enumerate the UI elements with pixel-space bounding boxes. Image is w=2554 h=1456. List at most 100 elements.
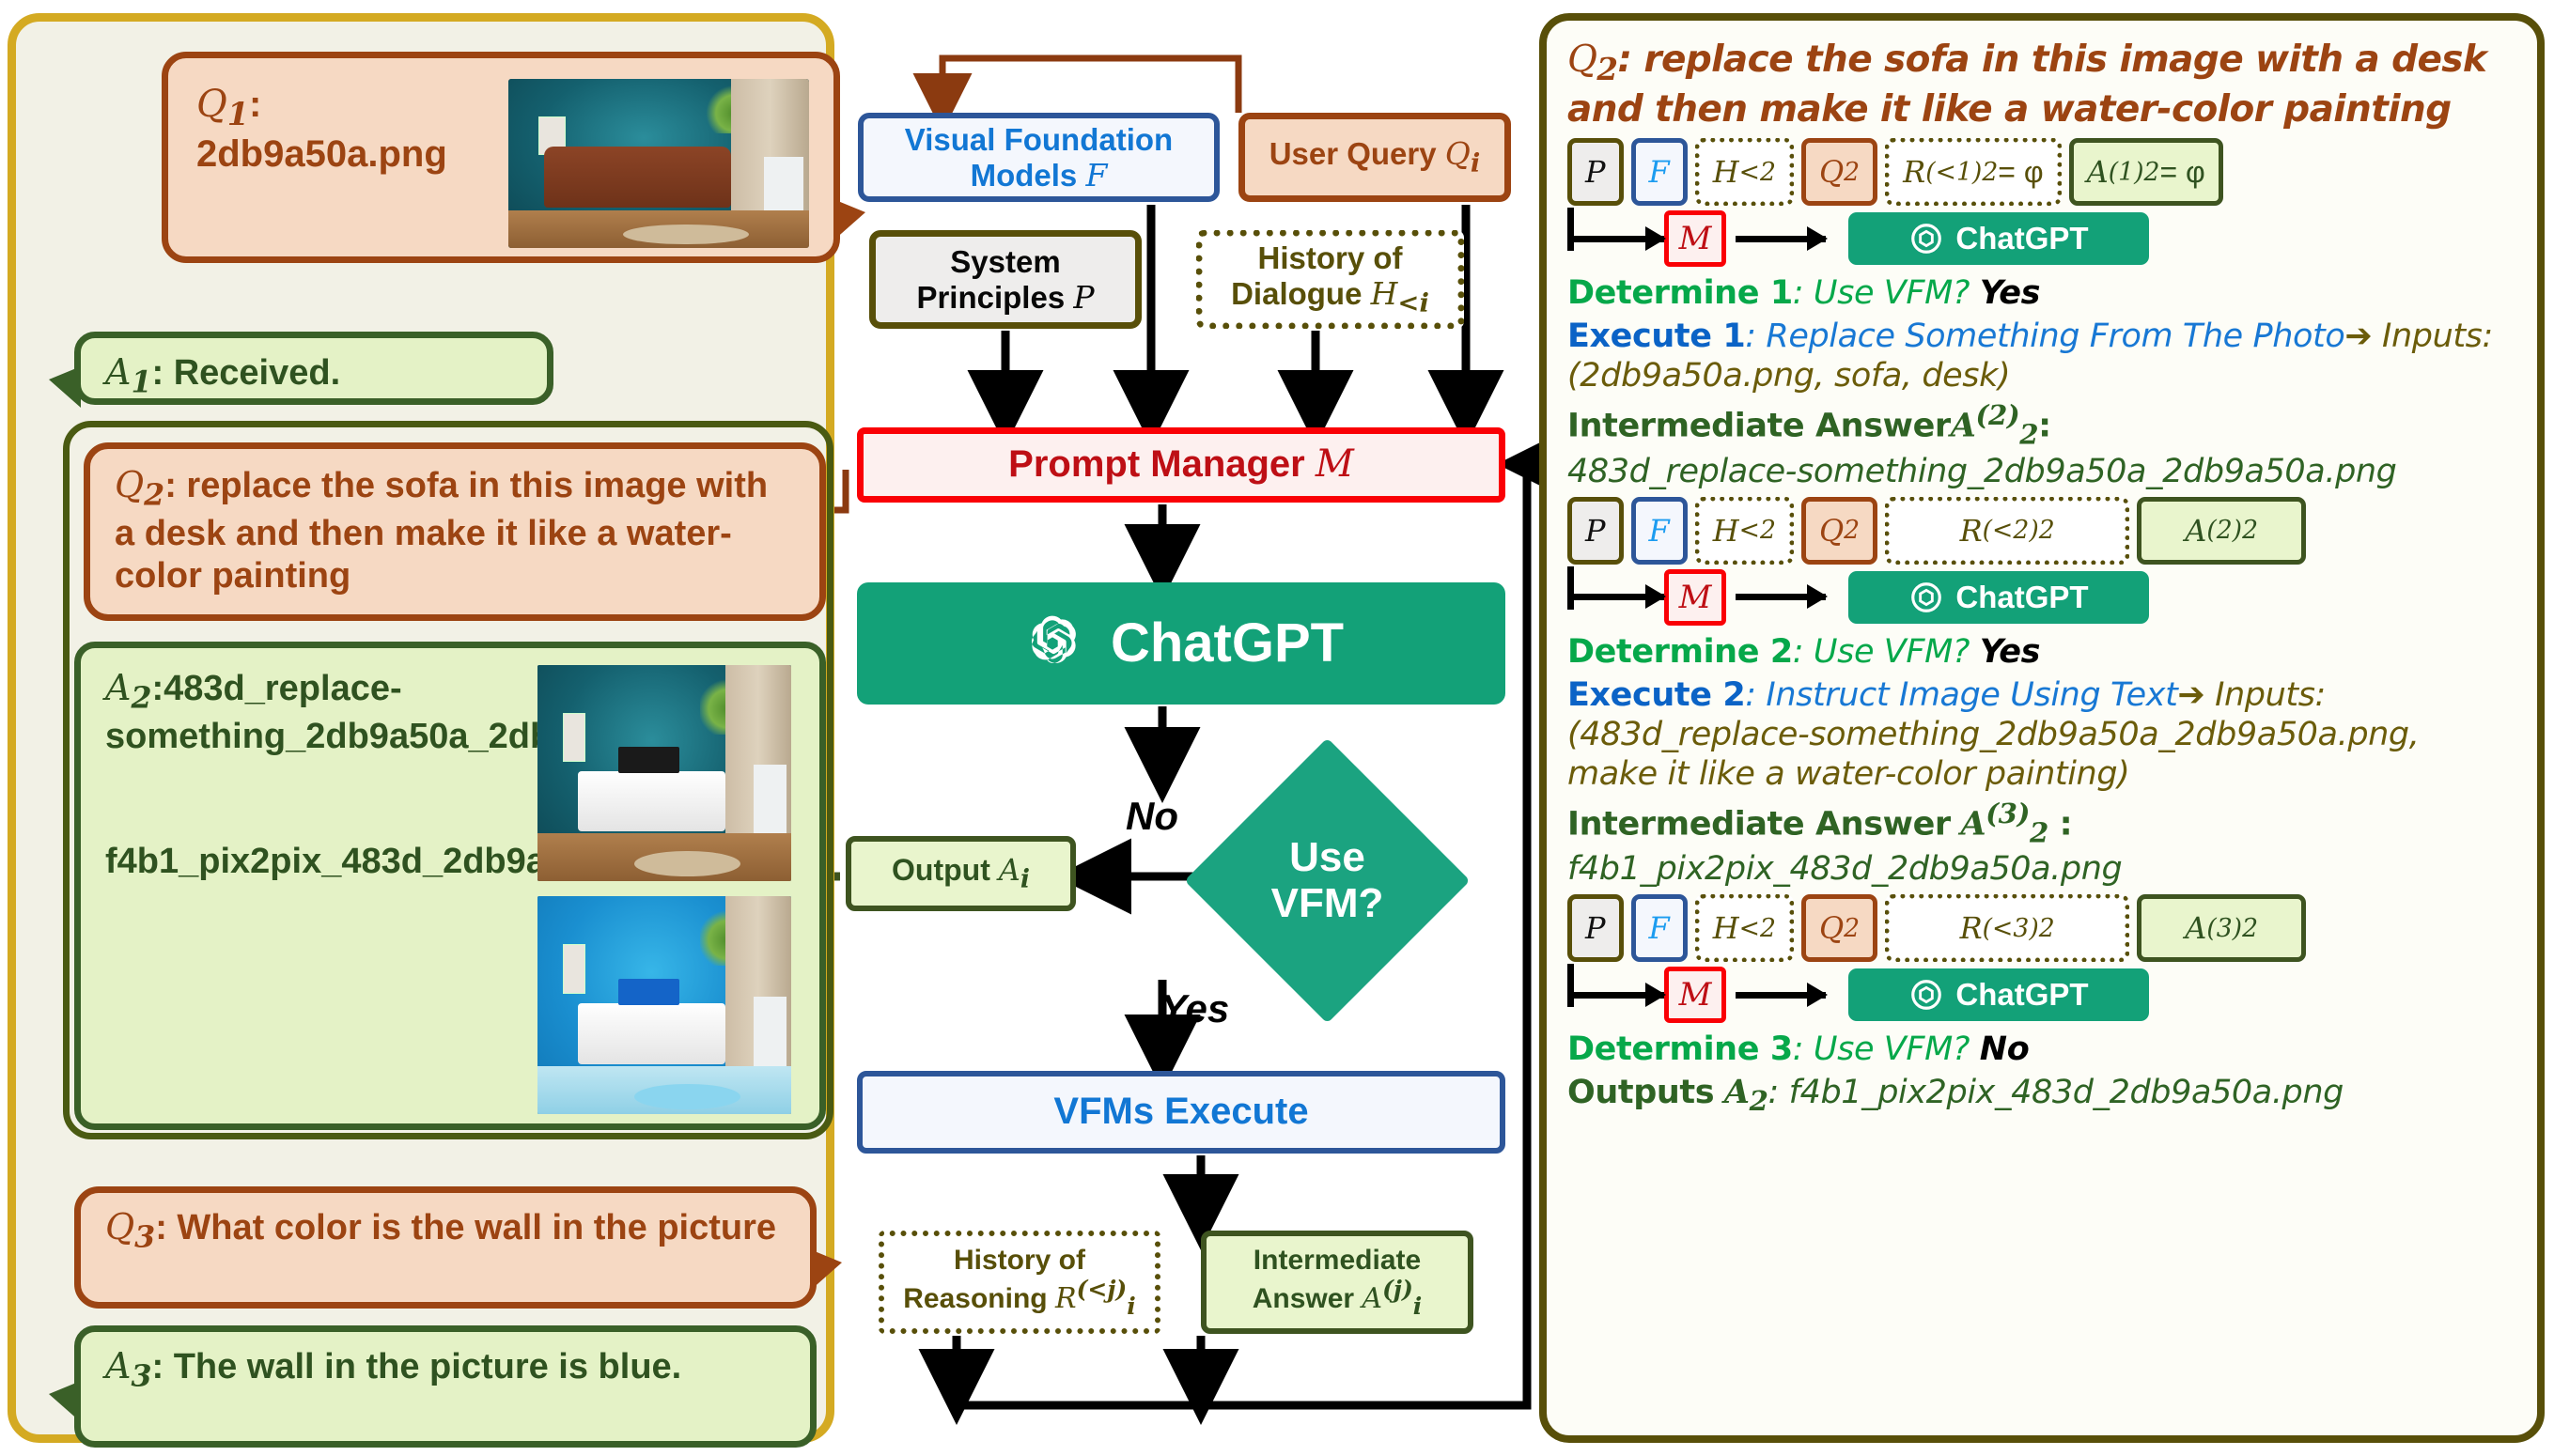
determine2-question: : Use VFM?	[1792, 632, 1980, 671]
node-system-principles: System Principles P	[869, 230, 1142, 329]
q3-text: : What color is the wall in the picture	[155, 1208, 777, 1247]
output-sub: i	[1020, 864, 1030, 894]
chip-history-reasoning: R (<2) 2	[1885, 496, 2130, 565]
execute1-tool: : Replace Something From The Photo	[1745, 318, 2345, 356]
sysprin-symbol: P	[1073, 278, 1095, 316]
ia-sup: (j)	[1382, 1275, 1413, 1303]
flowchart-panel: Visual Foundation Models F User Query Qi …	[836, 0, 1522, 1456]
a2-sub: 2	[131, 680, 152, 716]
a2-symbol: A	[105, 667, 132, 708]
trace-step2-chips: P F H <2 Q2 R (<2) 2 A (2) 2	[1567, 496, 2516, 565]
trace-query-text: : replace the sofa in this image with a …	[1567, 39, 2487, 132]
node-visual-foundation-models: Visual Foundation Models F	[858, 113, 1220, 202]
node-prompt-manager: Prompt Manager M	[857, 427, 1505, 503]
a3-bubble-tail	[49, 1381, 81, 1422]
trace-step2-answer: Intermediate Answer A(3)2 : f4b1_pix2pix…	[1567, 798, 2516, 890]
hor-symbol: R	[1054, 1281, 1077, 1315]
prompt-manager-chip: M	[1664, 967, 1726, 1024]
arrow-to-prompt-manager	[1574, 982, 1666, 1007]
a3-symbol: A	[105, 1345, 132, 1386]
determine2-answer: Yes	[1979, 632, 2041, 671]
execute2-label: Execute 2	[1567, 675, 1746, 714]
trace-step1-determine: Determine 1: Use VFM? Yes	[1567, 273, 2516, 313]
q2-symbol: Q	[115, 464, 145, 505]
node-chatgpt: ChatGPT	[857, 582, 1505, 705]
trace-step2-execute: Execute 2: Instruct Image Using Text➔ In…	[1567, 675, 2516, 794]
elbow-connector	[1567, 565, 1574, 610]
hor-sub: i	[1127, 1292, 1136, 1320]
chatgpt-chip: ChatGPT	[1848, 570, 2149, 624]
decision-use-vfm-label: Use VFM?	[1207, 803, 1447, 958]
openai-logo-icon	[1911, 581, 1942, 612]
vfm-line1: Visual Foundation	[904, 121, 1174, 157]
message-q1: Q1: 2db9a50a.png	[162, 52, 865, 263]
userquery-sub: i	[1470, 147, 1481, 178]
q2-text: : replace the sofa in this image with a …	[115, 466, 769, 596]
sysprin-line1: System	[950, 243, 1061, 279]
chatgpt-chip-label: ChatGPT	[1955, 579, 2089, 614]
chip-system-principles: P	[1567, 894, 1624, 963]
outputs-value: : f4b1_pix2pix_483d_2db9a50a.png	[1768, 1074, 2344, 1112]
a1-symbol: A	[105, 351, 132, 393]
hor-line1: History of	[953, 1244, 1085, 1276]
trace-outputs: Outputs A2: f4b1_pix2pix_483d_2db9a50a.p…	[1567, 1073, 2344, 1118]
hor-line2: Reasoning	[903, 1282, 1048, 1314]
trace-step2-determine: Determine 2: Use VFM? Yes	[1567, 632, 2516, 672]
chip-history-dialogue: H <2	[1694, 894, 1794, 963]
determine2-label: Determine 2	[1567, 632, 1793, 671]
trace-step1-execute: Execute 1: Replace Something From The Ph…	[1567, 317, 2516, 395]
chip-intermediate-answer: A (1) 2 = φ	[2068, 138, 2223, 207]
branch-label-no: No	[1126, 794, 1178, 838]
branch-label-yes: Yes	[1160, 986, 1230, 1030]
chip-user-query: Q2	[1800, 894, 1878, 963]
a3-text: : The wall in the picture is blue.	[151, 1347, 682, 1386]
sysprin-line2: Principles	[916, 279, 1066, 315]
ia-sub: i	[1412, 1292, 1423, 1320]
chip-intermediate-answer: A (3) 2	[2137, 894, 2307, 963]
chip-foundation-models: F	[1630, 138, 1688, 207]
trace-step3-determine: Determine 3: Use VFM? No	[1567, 1030, 2516, 1069]
execute1-arrow-icon: ➔	[2344, 318, 2373, 356]
trace-step3-chips: P F H <2 Q2 R (<3) 2 A (3) 2	[1567, 894, 2516, 963]
arrow-to-chatgpt	[1736, 225, 1828, 251]
trace-step2-pipeline: M ChatGPT	[1567, 565, 2516, 628]
chip-foundation-models: F	[1630, 496, 1688, 565]
reasoning-trace-panel: Q2: replace the sofa in this image with …	[1539, 13, 2545, 1443]
a3-sub: 3	[131, 1358, 152, 1394]
userquery-label: User Query	[1269, 136, 1437, 172]
answer2-value: f4b1_pix2pix_483d_2db9a50a.png	[1567, 850, 2123, 889]
q2-sub: 2	[144, 477, 165, 513]
trace-query-symbol: Q	[1567, 39, 1597, 81]
answer1-value: 483d_replace-something_2db9a50a_2db9a50a…	[1567, 452, 2397, 490]
message-q3: Q3: What color is the wall in the pictur…	[74, 1186, 842, 1309]
ia-line1: Intermediate	[1253, 1244, 1422, 1276]
node-history-of-reasoning: History of Reasoning R(<j)i	[879, 1231, 1160, 1334]
prompt-manager-chip: M	[1664, 210, 1726, 268]
arrow-to-prompt-manager	[1574, 225, 1666, 251]
trace-query-sub: 2	[1596, 50, 1618, 87]
chatgpt-chip-label: ChatGPT	[1955, 977, 2089, 1013]
node-user-query: User Query Qi	[1238, 113, 1511, 202]
q1-symbol: Q	[196, 83, 227, 126]
ia-line2: Answer	[1252, 1282, 1355, 1314]
vfmsexec-label: VFMs Execute	[1053, 1091, 1309, 1133]
output-symbol: A	[998, 852, 1020, 889]
chip-system-principles: P	[1567, 138, 1624, 207]
chip-history-reasoning: R (<1) 2 = φ	[1885, 138, 2062, 207]
pm-label: Prompt Manager	[1008, 443, 1305, 486]
arrow-to-chatgpt	[1736, 584, 1828, 610]
trace-query: Q2: replace the sofa in this image with …	[1567, 38, 2516, 132]
trace-step3-pipeline: M ChatGPT	[1567, 964, 2516, 1026]
determine1-answer: Yes	[1979, 274, 2041, 313]
node-history-of-dialogue: History of Dialogue H<i	[1196, 230, 1464, 329]
q1-filename: 2db9a50a.png	[196, 133, 447, 176]
vfm-line2: Models	[970, 157, 1078, 193]
outputs-label: Outputs	[1567, 1074, 1715, 1112]
message-a1: A1: Received.	[49, 332, 553, 408]
ia-symbol: A	[1362, 1281, 1383, 1315]
chip-history-dialogue: H <2	[1694, 496, 1794, 565]
q1-image-sofa-room	[508, 79, 809, 248]
node-vfms-execute: VFMs Execute	[857, 1071, 1505, 1154]
hor-sup: (<j)	[1076, 1275, 1128, 1303]
chatgpt-chip: ChatGPT	[1848, 968, 2149, 1022]
